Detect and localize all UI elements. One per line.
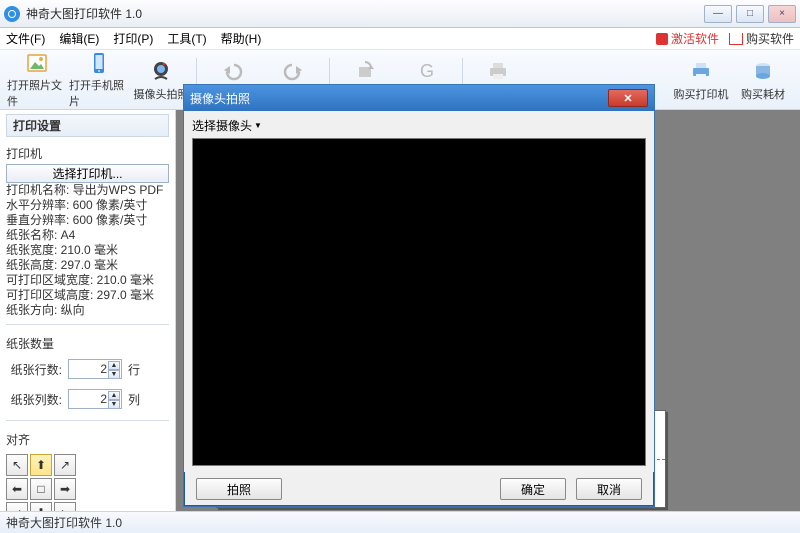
cancel-button[interactable]: 取消 xyxy=(576,478,642,500)
dialog-titlebar[interactable]: 摄像头拍照 ✕ xyxy=(184,85,654,111)
chevron-down-icon: ▼ xyxy=(254,121,262,130)
modal-scrim: 摄像头拍照 ✕ 选择摄像头▼ 拍照 确定 取消 xyxy=(0,0,800,533)
shoot-button[interactable]: 拍照 xyxy=(196,478,282,500)
ok-button[interactable]: 确定 xyxy=(500,478,566,500)
dialog-title: 摄像头拍照 xyxy=(190,90,250,107)
camera-select-dropdown[interactable]: 选择摄像头▼ xyxy=(192,117,646,134)
camera-preview xyxy=(192,138,646,466)
camera-dialog: 摄像头拍照 ✕ 选择摄像头▼ 拍照 确定 取消 xyxy=(183,84,655,507)
dialog-close-button[interactable]: ✕ xyxy=(608,89,648,107)
